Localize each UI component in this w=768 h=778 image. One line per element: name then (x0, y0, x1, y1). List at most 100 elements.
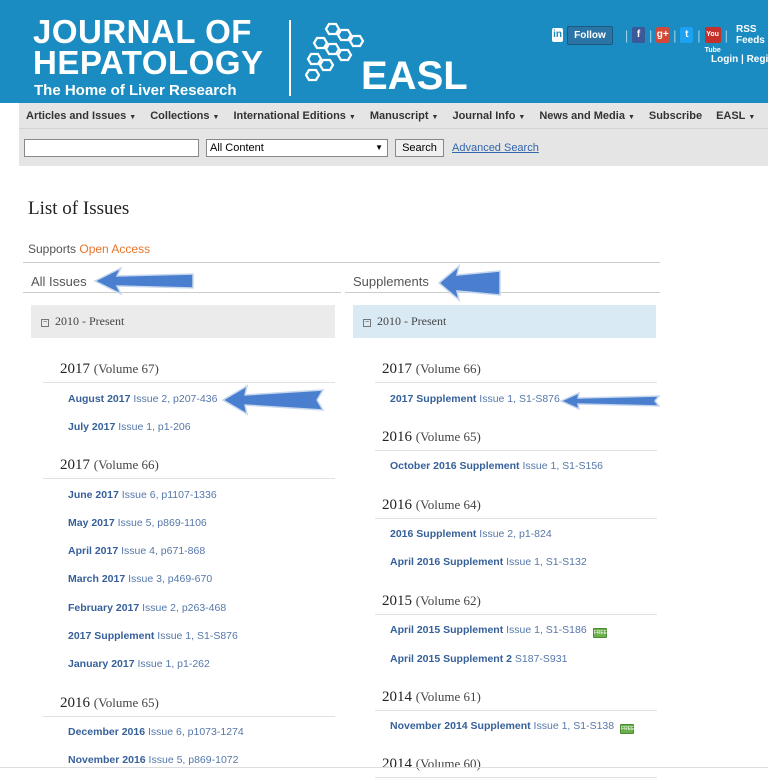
issue-link[interactable]: June 2017 Issue 6, p1107-1336 (68, 489, 217, 501)
issue-details: Issue 2, p1-824 (476, 528, 552, 540)
divider (23, 262, 660, 263)
youtube-icon[interactable]: You Tube (704, 27, 721, 54)
issue-link[interactable]: 2016 Supplement Issue 2, p1-824 (390, 528, 552, 540)
facebook-icon[interactable]: f (632, 27, 645, 43)
nav-item-international-editions[interactable]: International Editions ▼ (233, 110, 355, 122)
chevron-down-icon: ▼ (518, 113, 526, 121)
issue-link[interactable]: July 2017 Issue 1, p1-206 (68, 421, 191, 433)
journal-logo[interactable]: JOURNAL OF HEPATOLOGY (33, 15, 264, 79)
issue-link[interactable]: April 2015 Supplement 2 S187-S931 (390, 653, 567, 665)
collapse-icon: − (41, 319, 49, 327)
issue-link[interactable]: December 2016 Issue 6, p1073-1274 (68, 726, 244, 738)
nav-label: Journal Info (452, 109, 516, 122)
social-bar: in Follow | f | g+ | t | You Tube | RSS … (552, 24, 768, 54)
issue-link[interactable]: August 2017 Issue 2, p207-436 (68, 393, 217, 405)
easl-logo-text[interactable]: EASL (361, 56, 468, 96)
issue-title: March 2017 (68, 573, 126, 585)
search-button[interactable]: Search (395, 139, 444, 157)
issue-title: 2017 Supplement (68, 630, 155, 642)
nav-item-subscribe[interactable]: Subscribe (649, 110, 702, 122)
chevron-down-icon: ▼ (348, 113, 356, 121)
nav-label: Articles and Issues (26, 109, 127, 122)
volume-heading: 2015 (Volume 62) (382, 593, 481, 610)
issue-link[interactable]: March 2017 Issue 3, p469-670 (68, 573, 212, 585)
volume-year: 2014 (382, 689, 412, 705)
volume-year: 2016 (382, 429, 412, 445)
issue-link[interactable]: February 2017 Issue 2, p263-468 (68, 602, 226, 614)
issue-link[interactable]: October 2016 Supplement Issue 1, S1-S156 (390, 460, 603, 472)
issue-details: Issue 1, p1-206 (115, 421, 191, 433)
free-access-icon: FREE (620, 724, 635, 734)
free-access-icon: FREE (592, 628, 608, 638)
volume-heading: 2017 (Volume 67) (60, 361, 159, 378)
divider (0, 767, 768, 768)
login-link[interactable]: Login (711, 54, 738, 65)
issue-title: 2017 Supplement (390, 393, 477, 405)
nav-label: Collections (150, 109, 210, 122)
issue-link[interactable]: January 2017 Issue 1, p1-262 (68, 658, 210, 670)
divider (375, 614, 657, 615)
issue-details: Issue 5, p869-1072 (145, 754, 239, 766)
nav-item-collections[interactable]: Collections ▼ (150, 110, 219, 122)
nav-item-journal-info[interactable]: Journal Info ▼ (452, 110, 525, 122)
nav-item-articles-and-issues[interactable]: Articles and Issues ▼ (26, 110, 136, 122)
issue-link[interactable]: 2017 Supplement Issue 1, S1-S876 (68, 630, 238, 642)
issue-link[interactable]: April 2016 Supplement Issue 1, S1-S132 (390, 556, 587, 568)
chevron-down-icon: ▼ (129, 113, 137, 121)
open-access-link[interactable]: Open Access (79, 242, 150, 256)
issue-details: Issue 1, S1-S876 (154, 630, 238, 642)
volume-heading: 2016 (Volume 65) (382, 429, 481, 446)
issue-link[interactable]: November 2016 Issue 5, p869-1072 (68, 754, 238, 766)
issue-details: Issue 6, p1107-1336 (118, 489, 217, 501)
volume-heading: 2016 (Volume 65) (60, 695, 159, 712)
issue-link[interactable]: May 2017 Issue 5, p869-1106 (68, 517, 207, 529)
advanced-search-link[interactable]: Advanced Search (452, 142, 539, 154)
all-issues-era-toggle[interactable]: −2010 - Present (31, 305, 335, 338)
issue-details: Issue 1, p1-262 (134, 658, 210, 670)
issue-title: November 2014 Supplement (390, 720, 531, 732)
supports-label: Supports (28, 242, 77, 256)
nav-item-manuscript[interactable]: Manuscript ▼ (370, 110, 439, 122)
supplements-era-toggle[interactable]: −2010 - Present (353, 305, 656, 338)
volume-number: (Volume 64) (415, 497, 481, 512)
register-link[interactable]: Regis (747, 54, 768, 65)
volume-number: (Volume 67) (93, 361, 159, 376)
issue-title: February 2017 (68, 602, 140, 614)
annotation-arrow (559, 391, 661, 411)
search-input[interactable] (24, 139, 199, 157)
issue-details: Issue 3, p469-670 (125, 573, 213, 585)
content-scope-select[interactable]: All Content ▼ (206, 139, 388, 157)
issue-details: Issue 1, S1-S156 (519, 460, 604, 472)
nav-item-news-and-media[interactable]: News and Media ▼ (539, 110, 635, 122)
issue-title: December 2016 (68, 726, 146, 738)
rss-feeds-link[interactable]: RSS Feeds (736, 24, 768, 46)
nav-label: Manuscript (369, 109, 429, 122)
main-nav: Articles and Issues ▼ Collections ▼ Internat… (19, 103, 768, 129)
issue-details: Issue 1, S1-S132 (503, 556, 587, 568)
issue-link[interactable]: April 2015 Supplement Issue 1, S1-S186 FR… (390, 624, 607, 638)
volume-number: (Volume 65) (415, 429, 481, 444)
issue-details: Issue 1, S1-S138 (530, 720, 615, 732)
issue-title: April 2015 Supplement (390, 624, 504, 636)
all-issues-heading: All Issues (31, 274, 87, 289)
twitter-icon[interactable]: t (680, 27, 694, 43)
separator: | (624, 27, 629, 43)
volume-number: (Volume 62) (415, 593, 481, 608)
nav-label: Subscribe (648, 109, 703, 122)
issue-link[interactable]: November 2014 Supplement Issue 1, S1-S13… (390, 720, 634, 734)
nav-label: EASL (716, 109, 746, 122)
nav-item-easl[interactable]: EASL ▼ (716, 110, 755, 122)
era-label: 2010 - Present (377, 314, 447, 328)
nav-label: News and Media (539, 109, 625, 122)
issue-link[interactable]: April 2017 Issue 4, p671-868 (68, 545, 205, 557)
google-plus-icon[interactable]: g+ (656, 27, 670, 43)
issue-link[interactable]: 2017 Supplement Issue 1, S1-S876 (390, 393, 560, 405)
chevron-down-icon: ▼ (627, 113, 635, 121)
issue-title: April 2015 Supplement 2 (390, 653, 512, 665)
issue-details: S187-S931 (511, 653, 568, 665)
separator: | (648, 27, 653, 43)
volume-year: 2015 (382, 593, 412, 609)
easl-hexagon-logo-icon (305, 22, 365, 82)
linkedin-follow-button[interactable]: Follow (567, 25, 613, 45)
linkedin-icon[interactable]: in (552, 28, 564, 42)
